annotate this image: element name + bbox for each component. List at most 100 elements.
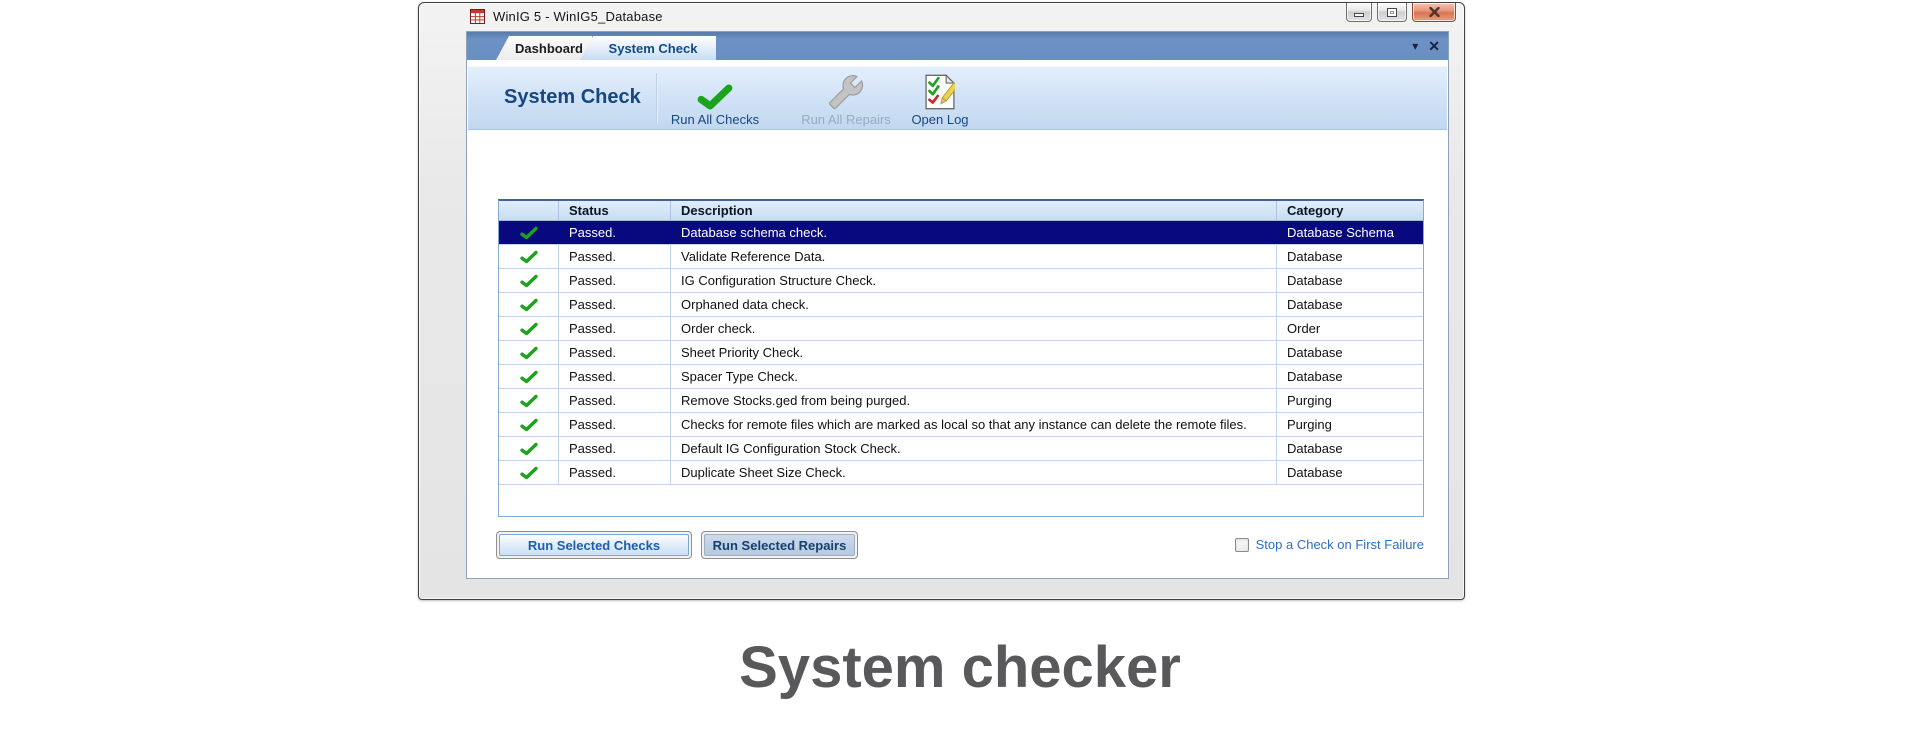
table-row[interactable]: Passed. Checks for remote files which ar… [499,413,1423,437]
green-check-icon [519,346,538,359]
maximize-icon [1387,7,1397,17]
tab-strip: Dashboard System Check ▾ ✕ [467,32,1448,60]
table-row[interactable]: Passed. Orphaned data check. Database [499,293,1423,317]
open-log-button[interactable]: Open Log [902,69,978,127]
tab-system-check-label: System Check [608,40,698,56]
row-category: Database Schema [1287,225,1394,240]
row-status-icon-cell [499,341,559,364]
green-check-icon [519,370,538,383]
green-check-icon [519,466,538,479]
window-title: WinIG 5 - WinIG5_Database [493,9,663,24]
green-check-icon [519,418,538,431]
run-all-repairs-button[interactable]: Run All Repairs [784,69,908,127]
green-check-icon [519,298,538,311]
row-status-icon-cell [499,365,559,388]
page-background: WinIG 5 - WinIG5_Database Dashboard Syst… [0,0,1920,755]
table-header: Status Description Category [499,201,1423,221]
row-status: Passed. [559,413,671,436]
row-description: Spacer Type Check. [671,365,1277,388]
green-check-icon [697,84,733,110]
close-icon [1428,7,1440,17]
row-category: Database [1287,249,1343,264]
row-status-icon-cell [499,437,559,460]
header-status[interactable]: Status [559,201,671,220]
table-row[interactable]: Passed. Default IG Configuration Stock C… [499,437,1423,461]
tab-strip-controls: ▾ ✕ [1412,32,1440,60]
row-status: Passed. [559,389,671,412]
row-status-icon-cell [499,413,559,436]
table-row[interactable]: Passed. Sheet Priority Check. Database [499,341,1423,365]
table-row[interactable]: Passed. Validate Reference Data. Databas… [499,245,1423,269]
app-window: WinIG 5 - WinIG5_Database Dashboard Syst… [418,2,1465,600]
checks-table: Status Description Category Passed. Data… [498,199,1424,517]
table-row[interactable]: Passed. Remove Stocks.ged from being pur… [499,389,1423,413]
row-category: Order [1287,321,1321,336]
tab-system-check[interactable]: System Check [580,36,716,60]
title-bar[interactable]: WinIG 5 - WinIG5_Database [419,3,1464,30]
row-status: Passed. [559,365,671,388]
row-description: Database schema check. [671,221,1277,244]
row-category: Database [1287,273,1343,288]
row-status: Passed. [559,245,671,268]
green-check-icon [519,322,538,335]
row-description: Orphaned data check. [671,293,1277,316]
row-description: Duplicate Sheet Size Check. [671,461,1277,484]
tab-close-icon[interactable]: ✕ [1428,39,1440,53]
stop-on-failure-checkbox[interactable] [1234,537,1249,552]
table-row[interactable]: Passed. Duplicate Sheet Size Check. Data… [499,461,1423,485]
stop-on-failure-label[interactable]: Stop a Check on First Failure [1256,537,1424,552]
wrench-icon [828,75,864,110]
green-check-icon [519,250,538,263]
row-description: Default IG Configuration Stock Check. [671,437,1277,460]
row-status: Passed. [559,221,671,244]
row-status-icon-cell [499,317,559,340]
row-category: Database [1287,297,1343,312]
maximize-button[interactable] [1377,3,1407,22]
app-icon [470,9,485,24]
run-selected-checks-button[interactable]: Run Selected Checks [496,531,692,559]
row-category: Purging [1287,393,1332,408]
green-check-icon [519,274,538,287]
chevron-down-icon[interactable]: ▾ [1412,40,1418,52]
row-status-icon-cell [499,221,559,244]
row-category: Purging [1287,417,1332,432]
run-all-repairs-label: Run All Repairs [801,112,891,127]
green-check-icon [519,394,538,407]
row-status: Passed. [559,341,671,364]
window-controls [1341,3,1456,22]
row-status-icon-cell [499,461,559,484]
log-document-icon [925,74,955,110]
row-description: Remove Stocks.ged from being purged. [671,389,1277,412]
run-selected-checks-label: Run Selected Checks [499,534,689,556]
minimize-button[interactable] [1346,3,1372,22]
run-selected-repairs-label: Run Selected Repairs [704,534,855,556]
table-row[interactable]: Passed. IG Configuration Structure Check… [499,269,1423,293]
open-log-label: Open Log [911,112,969,127]
table-empty-area [499,485,1423,516]
row-status: Passed. [559,317,671,340]
header-description[interactable]: Description [671,201,1277,220]
tab-dashboard-label: Dashboard [515,40,583,56]
stop-on-failure-option: Stop a Check on First Failure [1234,537,1424,552]
header-category[interactable]: Category [1277,201,1423,220]
row-status: Passed. [559,293,671,316]
row-description: Checks for remote files which are marked… [671,413,1277,436]
table-row[interactable]: Passed. Spacer Type Check. Database [499,365,1423,389]
table-row[interactable]: Passed. Order check. Order [499,317,1423,341]
caption-text: System checker [739,635,1181,700]
row-status-icon-cell [499,293,559,316]
green-check-icon [519,226,538,239]
header-icon-column[interactable] [499,201,559,220]
run-all-checks-button[interactable]: Run All Checks [650,69,780,127]
green-check-icon [519,442,538,455]
run-selected-repairs-button[interactable]: Run Selected Repairs [701,531,858,559]
close-button[interactable] [1412,3,1456,22]
row-description: IG Configuration Structure Check. [671,269,1277,292]
row-status: Passed. [559,461,671,484]
row-category: Database [1287,465,1343,480]
tab-dashboard[interactable]: Dashboard [496,36,592,60]
table-row[interactable]: Passed. Database schema check. Database … [499,221,1423,245]
row-description: Order check. [671,317,1277,340]
system-check-banner: System Check Run All Checks Run All Repa… [468,66,1447,130]
row-description: Validate Reference Data. [671,245,1277,268]
